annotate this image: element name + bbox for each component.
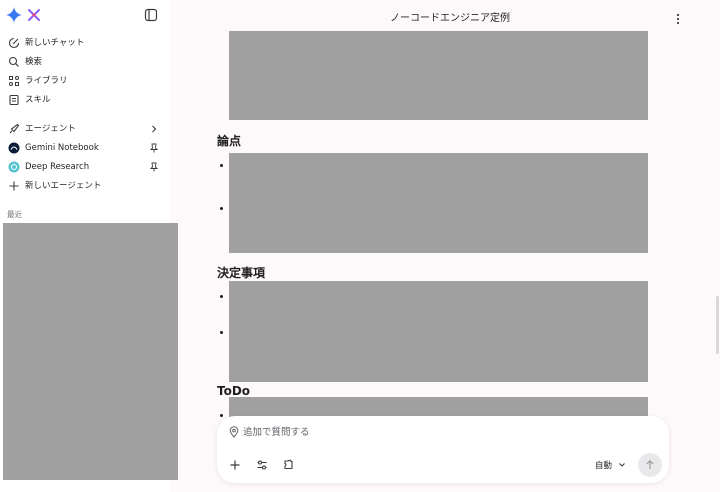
- sidebar-item-label: Deep Research: [25, 162, 90, 172]
- arrow-up-icon: [646, 459, 654, 469]
- sidebar-item-label: 新しいエージェント: [25, 181, 102, 191]
- redacted-content: [229, 31, 648, 120]
- chevron-down-icon: [619, 463, 625, 467]
- sidebar-toggle-icon[interactable]: [144, 8, 158, 22]
- gemini-logo-icon[interactable]: [6, 7, 22, 23]
- chevron-right-icon[interactable]: [147, 122, 161, 136]
- sidebar-item-agent[interactable]: エージェント: [0, 120, 170, 139]
- sidebar-item-gemini-notebook[interactable]: Gemini Notebook: [0, 139, 170, 158]
- section-heading: 論点: [217, 134, 242, 148]
- sidebar-item-label: ライブラリ: [25, 76, 68, 86]
- section-heading: ToDo: [217, 384, 251, 398]
- sidebar-item-new-chat[interactable]: 新しいチャット: [0, 34, 170, 53]
- recent-section-label: 最近: [7, 210, 22, 219]
- sidebar-item-label: Gemini Notebook: [25, 143, 99, 153]
- new-chat-icon: [7, 36, 21, 50]
- mode-selector[interactable]: 自動: [595, 458, 626, 472]
- section-heading: 決定事項: [217, 266, 266, 280]
- mode-label: 自動: [595, 461, 613, 471]
- sidebar-item-new-agent[interactable]: 新しいエージェント: [0, 177, 170, 196]
- sidebar-item-label: エージェント: [25, 124, 76, 134]
- redacted-content: [229, 153, 648, 253]
- list-bullet: [220, 414, 223, 417]
- pin-icon[interactable]: [147, 141, 161, 155]
- send-button[interactable]: [638, 453, 662, 477]
- more-options-icon[interactable]: [672, 12, 684, 26]
- gemini-notebook-icon: [7, 141, 21, 155]
- list-bullet: [220, 207, 223, 210]
- search-icon: [7, 55, 21, 69]
- list-bullet: [220, 331, 223, 334]
- list-bullet: [220, 295, 223, 298]
- sidebar-item-deep-research[interactable]: Deep Research: [0, 158, 170, 177]
- sidebar-item-label: 検索: [25, 57, 43, 67]
- pin-icon[interactable]: [147, 160, 161, 174]
- prompt-input[interactable]: [243, 424, 643, 440]
- page-title: ノーコードエンジニア定例: [390, 13, 510, 24]
- recent-chats-redacted: [3, 223, 178, 480]
- agent-rocket-icon: [7, 122, 21, 136]
- deep-research-icon: [7, 160, 21, 174]
- app-switcher-icon[interactable]: [27, 8, 41, 22]
- sidebar-item-label: スキル: [25, 95, 51, 105]
- sidebar-item-search[interactable]: 検索: [0, 53, 170, 72]
- add-icon[interactable]: [228, 458, 242, 472]
- sidebar-item-skill[interactable]: スキル: [0, 91, 170, 110]
- location-pin-icon: [229, 426, 239, 438]
- extension-icon[interactable]: [281, 458, 295, 472]
- sidebar-header: [0, 0, 170, 30]
- skill-icon: [7, 93, 21, 107]
- scrollbar[interactable]: [716, 296, 719, 354]
- list-bullet: [220, 164, 223, 167]
- sidebar-item-library[interactable]: ライブラリ: [0, 72, 170, 91]
- prompt-composer: 自動: [217, 416, 669, 483]
- sidebar-item-label: 新しいチャット: [25, 38, 85, 48]
- library-icon: [7, 74, 21, 88]
- plus-icon: [7, 179, 21, 193]
- redacted-content: [229, 281, 648, 382]
- tools-settings-icon[interactable]: [255, 458, 269, 472]
